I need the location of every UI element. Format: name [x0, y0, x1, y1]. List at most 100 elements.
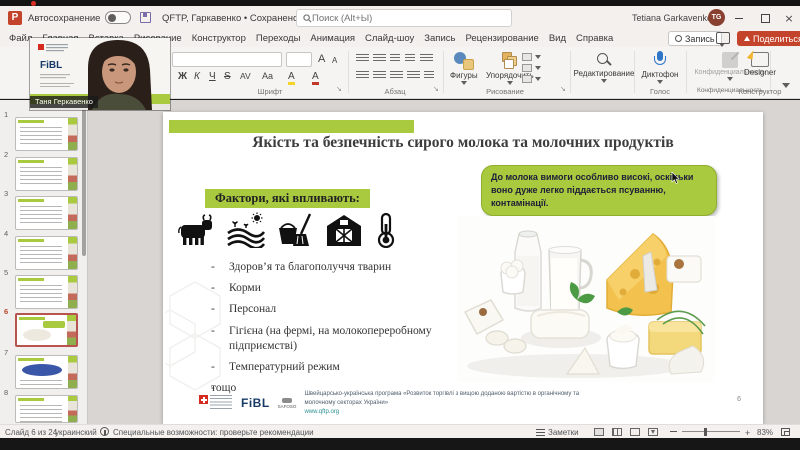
- quick-styles-button[interactable]: [522, 53, 541, 83]
- designer-button[interactable]: Designer: [738, 52, 782, 77]
- share-icon: [744, 36, 750, 41]
- cow-icon: [177, 212, 217, 248]
- zoom-percentage[interactable]: 83%: [757, 428, 773, 437]
- font-name-select[interactable]: [172, 52, 282, 67]
- factors-heading[interactable]: Фактори, які впливають:: [205, 189, 370, 208]
- thumbnail-scrollbar[interactable]: [82, 106, 86, 256]
- tab-animations[interactable]: Анимация: [305, 33, 360, 44]
- normal-view-button[interactable]: [594, 428, 604, 436]
- tab-record[interactable]: Запись: [419, 33, 460, 44]
- autosave-toggle[interactable]: [105, 11, 131, 24]
- tab-help[interactable]: Справка: [571, 33, 618, 44]
- slideshow-button[interactable]: [648, 428, 658, 436]
- comments-icon[interactable]: [716, 32, 730, 44]
- close-button[interactable]: ×: [778, 6, 800, 30]
- bullet-list-icon[interactable]: [356, 54, 369, 63]
- underline-button[interactable]: Ч: [209, 71, 216, 82]
- search-input[interactable]: [312, 13, 492, 24]
- zoom-slider[interactable]: [682, 431, 740, 432]
- collapse-ribbon-icon[interactable]: [782, 83, 790, 88]
- strikethrough-button[interactable]: S: [224, 71, 231, 82]
- minimize-button[interactable]: [726, 6, 752, 30]
- bullet-item: Корми: [211, 281, 473, 296]
- change-case-button[interactable]: Aa: [262, 71, 273, 81]
- slide-sorter-view-button[interactable]: [612, 428, 622, 436]
- tab-view[interactable]: Вид: [544, 33, 571, 44]
- slide-thumbnail-7[interactable]: [15, 355, 78, 389]
- tab-slideshow[interactable]: Слайд-шоу: [360, 33, 419, 44]
- maximize-button[interactable]: [752, 6, 778, 30]
- save-icon[interactable]: [140, 12, 151, 23]
- editing-button[interactable]: Редактирование: [576, 52, 632, 83]
- zoom-slider-thumb[interactable]: [704, 428, 707, 436]
- slide-thumbnail-6-selected[interactable]: [15, 313, 78, 347]
- slide-title[interactable]: Якість та безпечність сирого молока та м…: [183, 134, 743, 152]
- thumb-number: 3: [4, 189, 14, 198]
- paragraph-dialog-launcher-icon[interactable]: ↘: [433, 85, 439, 93]
- bold-button[interactable]: Ж: [178, 71, 187, 82]
- dictate-button[interactable]: Диктофон: [638, 51, 682, 84]
- webcam-overlay[interactable]: FiBL Таня Геркавенко: [30, 38, 170, 110]
- notes-button[interactable]: Заметки: [548, 428, 579, 437]
- indent-decrease-icon[interactable]: [390, 54, 400, 63]
- safoso-logo: SAFOSO: [278, 398, 297, 409]
- font-dialog-launcher-icon[interactable]: ↘: [336, 85, 342, 93]
- zoom-out-button[interactable]: [670, 431, 677, 432]
- thumb-number: 2: [4, 150, 14, 159]
- justify-icon[interactable]: [407, 71, 420, 80]
- accessibility-icon: [100, 427, 109, 436]
- powerpoint-app-icon[interactable]: P: [8, 11, 22, 25]
- zoom-in-button[interactable]: +: [745, 428, 750, 438]
- drawing-dialog-launcher-icon[interactable]: ↘: [560, 85, 566, 93]
- slide-thumbnail-4[interactable]: [15, 236, 78, 270]
- font-color-button[interactable]: А: [312, 71, 319, 85]
- search-box[interactable]: [296, 9, 512, 27]
- shapes-label: Фигуры: [450, 71, 478, 80]
- numbered-list-icon[interactable]: [373, 54, 386, 63]
- workspace: 1 2 3 4 5 6 7 8 Якість та безпечність си…: [0, 100, 800, 424]
- share-button[interactable]: Поделиться: [737, 31, 800, 46]
- highlight-color-button[interactable]: А: [288, 71, 295, 85]
- program-url[interactable]: www.qftp.org: [304, 409, 339, 415]
- slide-thumbnail-2[interactable]: [15, 157, 78, 191]
- tab-transitions[interactable]: Переходы: [251, 33, 306, 44]
- account-avatar[interactable]: TG: [708, 9, 725, 26]
- slide-thumbnail-8[interactable]: [15, 395, 78, 423]
- reading-view-button[interactable]: [630, 428, 640, 436]
- record-button[interactable]: Запись: [668, 31, 722, 46]
- divider: [348, 51, 349, 93]
- slide-thumbnail-3[interactable]: [15, 196, 78, 230]
- webcam-name-tag: Таня Геркавенко: [30, 96, 98, 108]
- align-left-icon[interactable]: [356, 71, 369, 80]
- callout-box[interactable]: До молока вимоги особливо високі, оскіль…: [481, 165, 717, 216]
- tab-design[interactable]: Конструктор: [187, 33, 251, 44]
- dairy-products-image[interactable]: [457, 216, 715, 382]
- chevron-down-icon: [727, 77, 733, 81]
- fibl-logo: FiBL: [241, 396, 270, 410]
- align-center-icon[interactable]: [373, 71, 386, 80]
- character-spacing-button[interactable]: AV: [240, 71, 251, 81]
- shrink-font-button[interactable]: А: [332, 56, 337, 65]
- tab-review[interactable]: Рецензирование: [460, 33, 543, 44]
- language-indicator[interactable]: украинский: [55, 428, 97, 437]
- indent-increase-icon[interactable]: [405, 54, 415, 63]
- accessibility-status[interactable]: Специальные возможности: проверьте реком…: [113, 428, 314, 437]
- columns-icon[interactable]: [424, 71, 434, 80]
- slide-thumbnail-5[interactable]: [15, 275, 78, 309]
- slide-thumbnail-1[interactable]: [15, 117, 78, 151]
- bullet-item: Персонал: [211, 302, 473, 317]
- factor-icons-row[interactable]: [177, 212, 399, 248]
- italic-button[interactable]: К: [194, 71, 200, 82]
- chevron-down-icon: [507, 81, 513, 85]
- chevron-down-icon: [535, 55, 541, 59]
- shapes-button[interactable]: Фигуры: [450, 52, 478, 85]
- chevron-down-icon: [535, 77, 541, 81]
- fit-to-window-button[interactable]: [781, 428, 790, 436]
- grow-font-button[interactable]: А: [318, 53, 325, 65]
- align-right-icon[interactable]: [390, 71, 403, 80]
- line-spacing-icon[interactable]: [420, 54, 433, 63]
- logo-text-lines: [210, 395, 232, 409]
- font-size-select[interactable]: [286, 52, 312, 67]
- account-name[interactable]: Tetiana Garkavenko: [632, 13, 712, 23]
- bullet-list[interactable]: Здоров’я та благополуччя тварин Корми Пе…: [211, 260, 473, 402]
